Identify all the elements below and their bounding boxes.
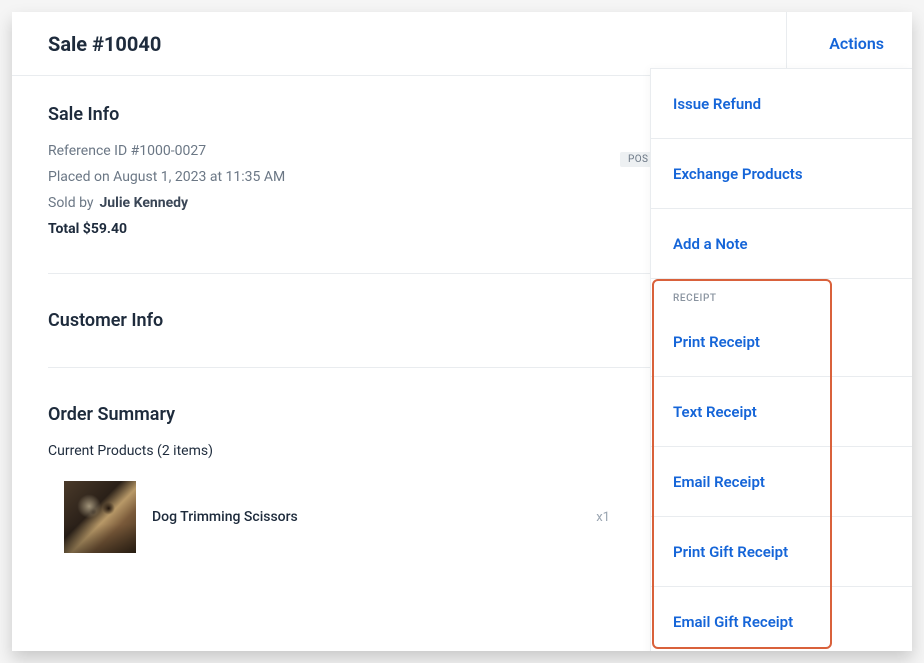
page-header: Sale #10040 Actions (12, 12, 912, 76)
divider (48, 367, 650, 368)
action-email-gift-receipt[interactable]: Email Gift Receipt (651, 587, 912, 651)
product-image (64, 481, 136, 553)
receipt-section-header: RECEIPT (651, 279, 912, 307)
actions-dropdown: Issue Refund Exchange Products Add a Not… (650, 68, 912, 651)
product-qty: x1 (596, 510, 618, 525)
page-title: Sale #10040 (48, 32, 161, 56)
sale-detail-page: Sale #10040 Actions Sale Info Reference … (12, 12, 912, 651)
action-issue-refund[interactable]: Issue Refund (651, 69, 912, 139)
action-print-receipt[interactable]: Print Receipt (651, 307, 912, 377)
actions-button[interactable]: Actions (829, 34, 902, 53)
sold-by-name: Julie Kennedy (99, 195, 188, 211)
action-text-receipt[interactable]: Text Receipt (651, 377, 912, 447)
action-exchange-products[interactable]: Exchange Products (651, 139, 912, 209)
divider (48, 273, 650, 274)
sold-by-label: Sold by (48, 195, 93, 211)
product-row[interactable]: Dog Trimming Scissors x1 (48, 481, 618, 553)
action-email-receipt[interactable]: Email Receipt (651, 447, 912, 517)
action-add-note[interactable]: Add a Note (651, 209, 912, 279)
product-name: Dog Trimming Scissors (152, 509, 596, 525)
action-print-gift-receipt[interactable]: Print Gift Receipt (651, 517, 912, 587)
actions-button-wrap: Actions (786, 12, 912, 76)
